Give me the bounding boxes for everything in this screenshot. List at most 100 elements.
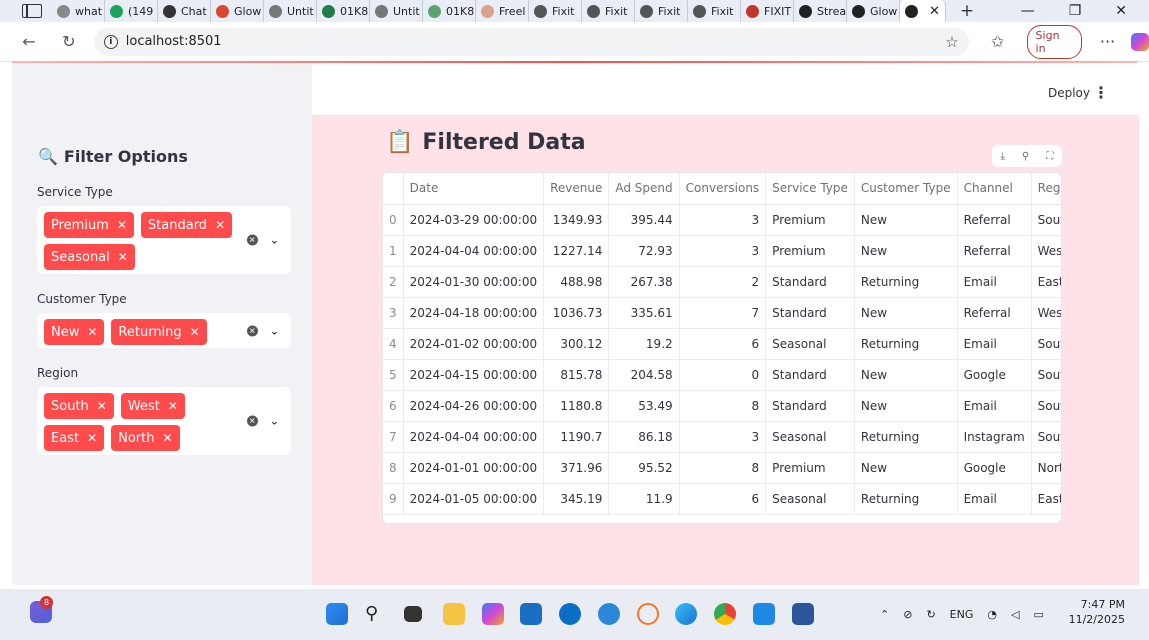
- column-header[interactable]: Customer Type: [854, 173, 958, 205]
- column-header[interactable]: Revenue: [543, 173, 610, 205]
- remove-chip-icon[interactable]: ✕: [162, 431, 172, 445]
- browser-tab[interactable]: Fixit: [529, 0, 582, 22]
- column-header[interactable]: Channel: [957, 173, 1032, 205]
- browser-tab[interactable]: what: [52, 0, 105, 22]
- table-row[interactable]: 7 2024-04-04 00:00:00 1190.7 86.18 3 Seasonal…: [383, 421, 1061, 453]
- windows-start-icon[interactable]: [326, 603, 348, 625]
- table-row[interactable]: 4 2024-01-02 00:00:00 300.12 19.2 6 Seasonal R…: [383, 328, 1061, 360]
- search-icon[interactable]: ⚲: [365, 603, 387, 625]
- remove-chip-icon[interactable]: ✕: [97, 399, 107, 413]
- location-off-icon[interactable]: ⊘: [903, 608, 912, 621]
- clear-all-icon[interactable]: ✕: [246, 234, 258, 246]
- remove-chip-icon[interactable]: ✕: [117, 218, 127, 232]
- table-row[interactable]: 3 2024-04-18 00:00:00 1036.73 335.61 7 Standa…: [383, 297, 1061, 329]
- fullscreen-icon[interactable]: ⛶: [1046, 151, 1053, 162]
- active-tab[interactable]: ✕: [900, 0, 946, 22]
- favorite-star-icon[interactable]: ☆: [945, 33, 958, 51]
- more-icon[interactable]: ···: [1100, 32, 1115, 51]
- vscode-icon[interactable]: [753, 603, 775, 625]
- main-menu-icon[interactable]: ⋮: [1093, 83, 1109, 102]
- close-tab-icon[interactable]: ✕: [929, 4, 940, 19]
- browser-tab[interactable]: Untit: [264, 0, 317, 22]
- chrome-icon[interactable]: [714, 603, 736, 625]
- clear-all-icon[interactable]: ✕: [246, 325, 258, 336]
- remove-chip-icon[interactable]: ✕: [118, 250, 128, 264]
- clear-all-icon[interactable]: ✕: [246, 415, 258, 427]
- browser-tab[interactable]: Glow: [211, 0, 264, 22]
- tab-favicon-icon: [587, 4, 600, 18]
- table-row[interactable]: 8 2024-01-01 00:00:00 371.96 95.52 8 Premium N…: [383, 452, 1061, 484]
- column-header[interactable]: Service Type: [765, 173, 855, 205]
- search-icon[interactable]: ⚲: [1022, 151, 1029, 162]
- chevron-down-icon[interactable]: ⌄: [270, 234, 279, 247]
- browser-tab[interactable]: FIXIT: [741, 0, 794, 22]
- minimize-icon[interactable]: —: [1021, 3, 1035, 19]
- refresh-icon[interactable]: ↻: [58, 32, 80, 51]
- tab-actions-icon[interactable]: [22, 4, 42, 18]
- browser-tab[interactable]: 01K8: [423, 0, 476, 22]
- clock[interactable]: 7:47 PM 11/2/2025: [1069, 597, 1125, 627]
- column-header[interactable]: [383, 173, 404, 205]
- url-field[interactable]: i localhost:8501 ☆: [93, 27, 969, 56]
- battery-icon[interactable]: ▭: [1033, 608, 1043, 621]
- restore-icon[interactable]: ❐: [1069, 3, 1082, 19]
- jupyter-icon[interactable]: [637, 603, 659, 625]
- table-row[interactable]: 1 2024-04-04 00:00:00 1227.14 72.93 3 Premium…: [383, 235, 1061, 267]
- remove-chip-icon[interactable]: ✕: [190, 325, 200, 339]
- browser-tab[interactable]: (149: [105, 0, 158, 22]
- browser-tab[interactable]: Fixit: [582, 0, 635, 22]
- task-view-icon[interactable]: [404, 606, 422, 622]
- service-type-multiselect[interactable]: Premium ✕ Standard ✕ Seasonal ✕ ✕ ⌄: [37, 206, 291, 274]
- app-icon[interactable]: [598, 603, 620, 625]
- favorites-icon[interactable]: ✩: [987, 32, 1009, 51]
- copilot-icon[interactable]: [1131, 32, 1149, 51]
- customer-type-multiselect[interactable]: New ✕ Returning ✕ ✕ ⌄: [37, 313, 291, 348]
- browser-tab[interactable]: Chat: [158, 0, 211, 22]
- browser-tab[interactable]: 01K8: [317, 0, 370, 22]
- browser-tab[interactable]: Glow: [847, 0, 900, 22]
- copilot-app-icon[interactable]: [482, 603, 504, 625]
- file-explorer-icon[interactable]: [443, 603, 465, 625]
- download-icon[interactable]: ⤓: [1001, 151, 1005, 162]
- sign-in-button[interactable]: Sign in: [1026, 24, 1082, 59]
- table-row[interactable]: 6 2024-04-26 00:00:00 1180.8 53.49 8 Standard…: [383, 390, 1061, 422]
- volume-icon[interactable]: ◁: [1011, 608, 1019, 621]
- browser-tab[interactable]: Fixit: [635, 0, 688, 22]
- chevron-up-icon[interactable]: ⌃: [880, 608, 889, 621]
- browser-tab[interactable]: Fixit: [688, 0, 741, 22]
- table-row[interactable]: 5 2024-04-15 00:00:00 815.78 204.58 0 Standar…: [383, 359, 1061, 391]
- language-indicator[interactable]: ENG: [950, 608, 974, 621]
- table-row[interactable]: 0 2024-03-29 00:00:00 1349.93 395.44 3 Premiu…: [383, 204, 1061, 236]
- store-icon[interactable]: [520, 603, 542, 625]
- chevron-down-icon[interactable]: ⌄: [270, 415, 279, 428]
- data-table[interactable]: Date Revenue Ad Spend Conversions Service Ty…: [382, 172, 1062, 524]
- browser-tab[interactable]: Untit: [370, 0, 423, 22]
- tab-favicon-icon: [269, 4, 282, 18]
- column-header[interactable]: Region: [1031, 173, 1061, 205]
- word-icon[interactable]: [792, 603, 814, 625]
- table-row[interactable]: 9 2024-01-05 00:00:00 345.19 11.9 6 Seasonal R…: [383, 483, 1061, 515]
- browser-tab[interactable]: Strea: [794, 0, 847, 22]
- new-tab-icon[interactable]: +: [960, 1, 974, 21]
- remove-chip-icon[interactable]: ✕: [168, 399, 178, 413]
- hp-icon[interactable]: [559, 603, 581, 625]
- remove-chip-icon[interactable]: ✕: [87, 325, 97, 339]
- service-type-chips: Premium ✕ Standard ✕ Seasonal ✕: [44, 212, 240, 270]
- info-icon[interactable]: i: [103, 34, 118, 49]
- chevron-down-icon[interactable]: ⌄: [270, 324, 279, 337]
- tab-label: what: [75, 4, 103, 18]
- back-icon[interactable]: ←: [18, 32, 40, 51]
- table-row[interactable]: 2 2024-01-30 00:00:00 488.98 267.38 2 Standar…: [383, 266, 1061, 298]
- column-header[interactable]: Conversions: [679, 173, 767, 205]
- deploy-button[interactable]: Deploy: [1048, 86, 1090, 100]
- browser-tab[interactable]: Freel: [476, 0, 529, 22]
- wifi-icon[interactable]: ◔: [987, 608, 997, 621]
- sync-icon[interactable]: ↻: [926, 608, 935, 621]
- column-header[interactable]: Date: [403, 173, 545, 205]
- region-multiselect[interactable]: South ✕ West ✕ East ✕ North ✕ ✕ ⌄: [37, 387, 291, 455]
- column-header[interactable]: Ad Spend: [608, 173, 680, 205]
- remove-chip-icon[interactable]: ✕: [215, 218, 225, 232]
- remove-chip-icon[interactable]: ✕: [87, 431, 97, 445]
- edge-icon[interactable]: [675, 603, 697, 625]
- close-window-icon[interactable]: ✕: [1115, 3, 1127, 19]
